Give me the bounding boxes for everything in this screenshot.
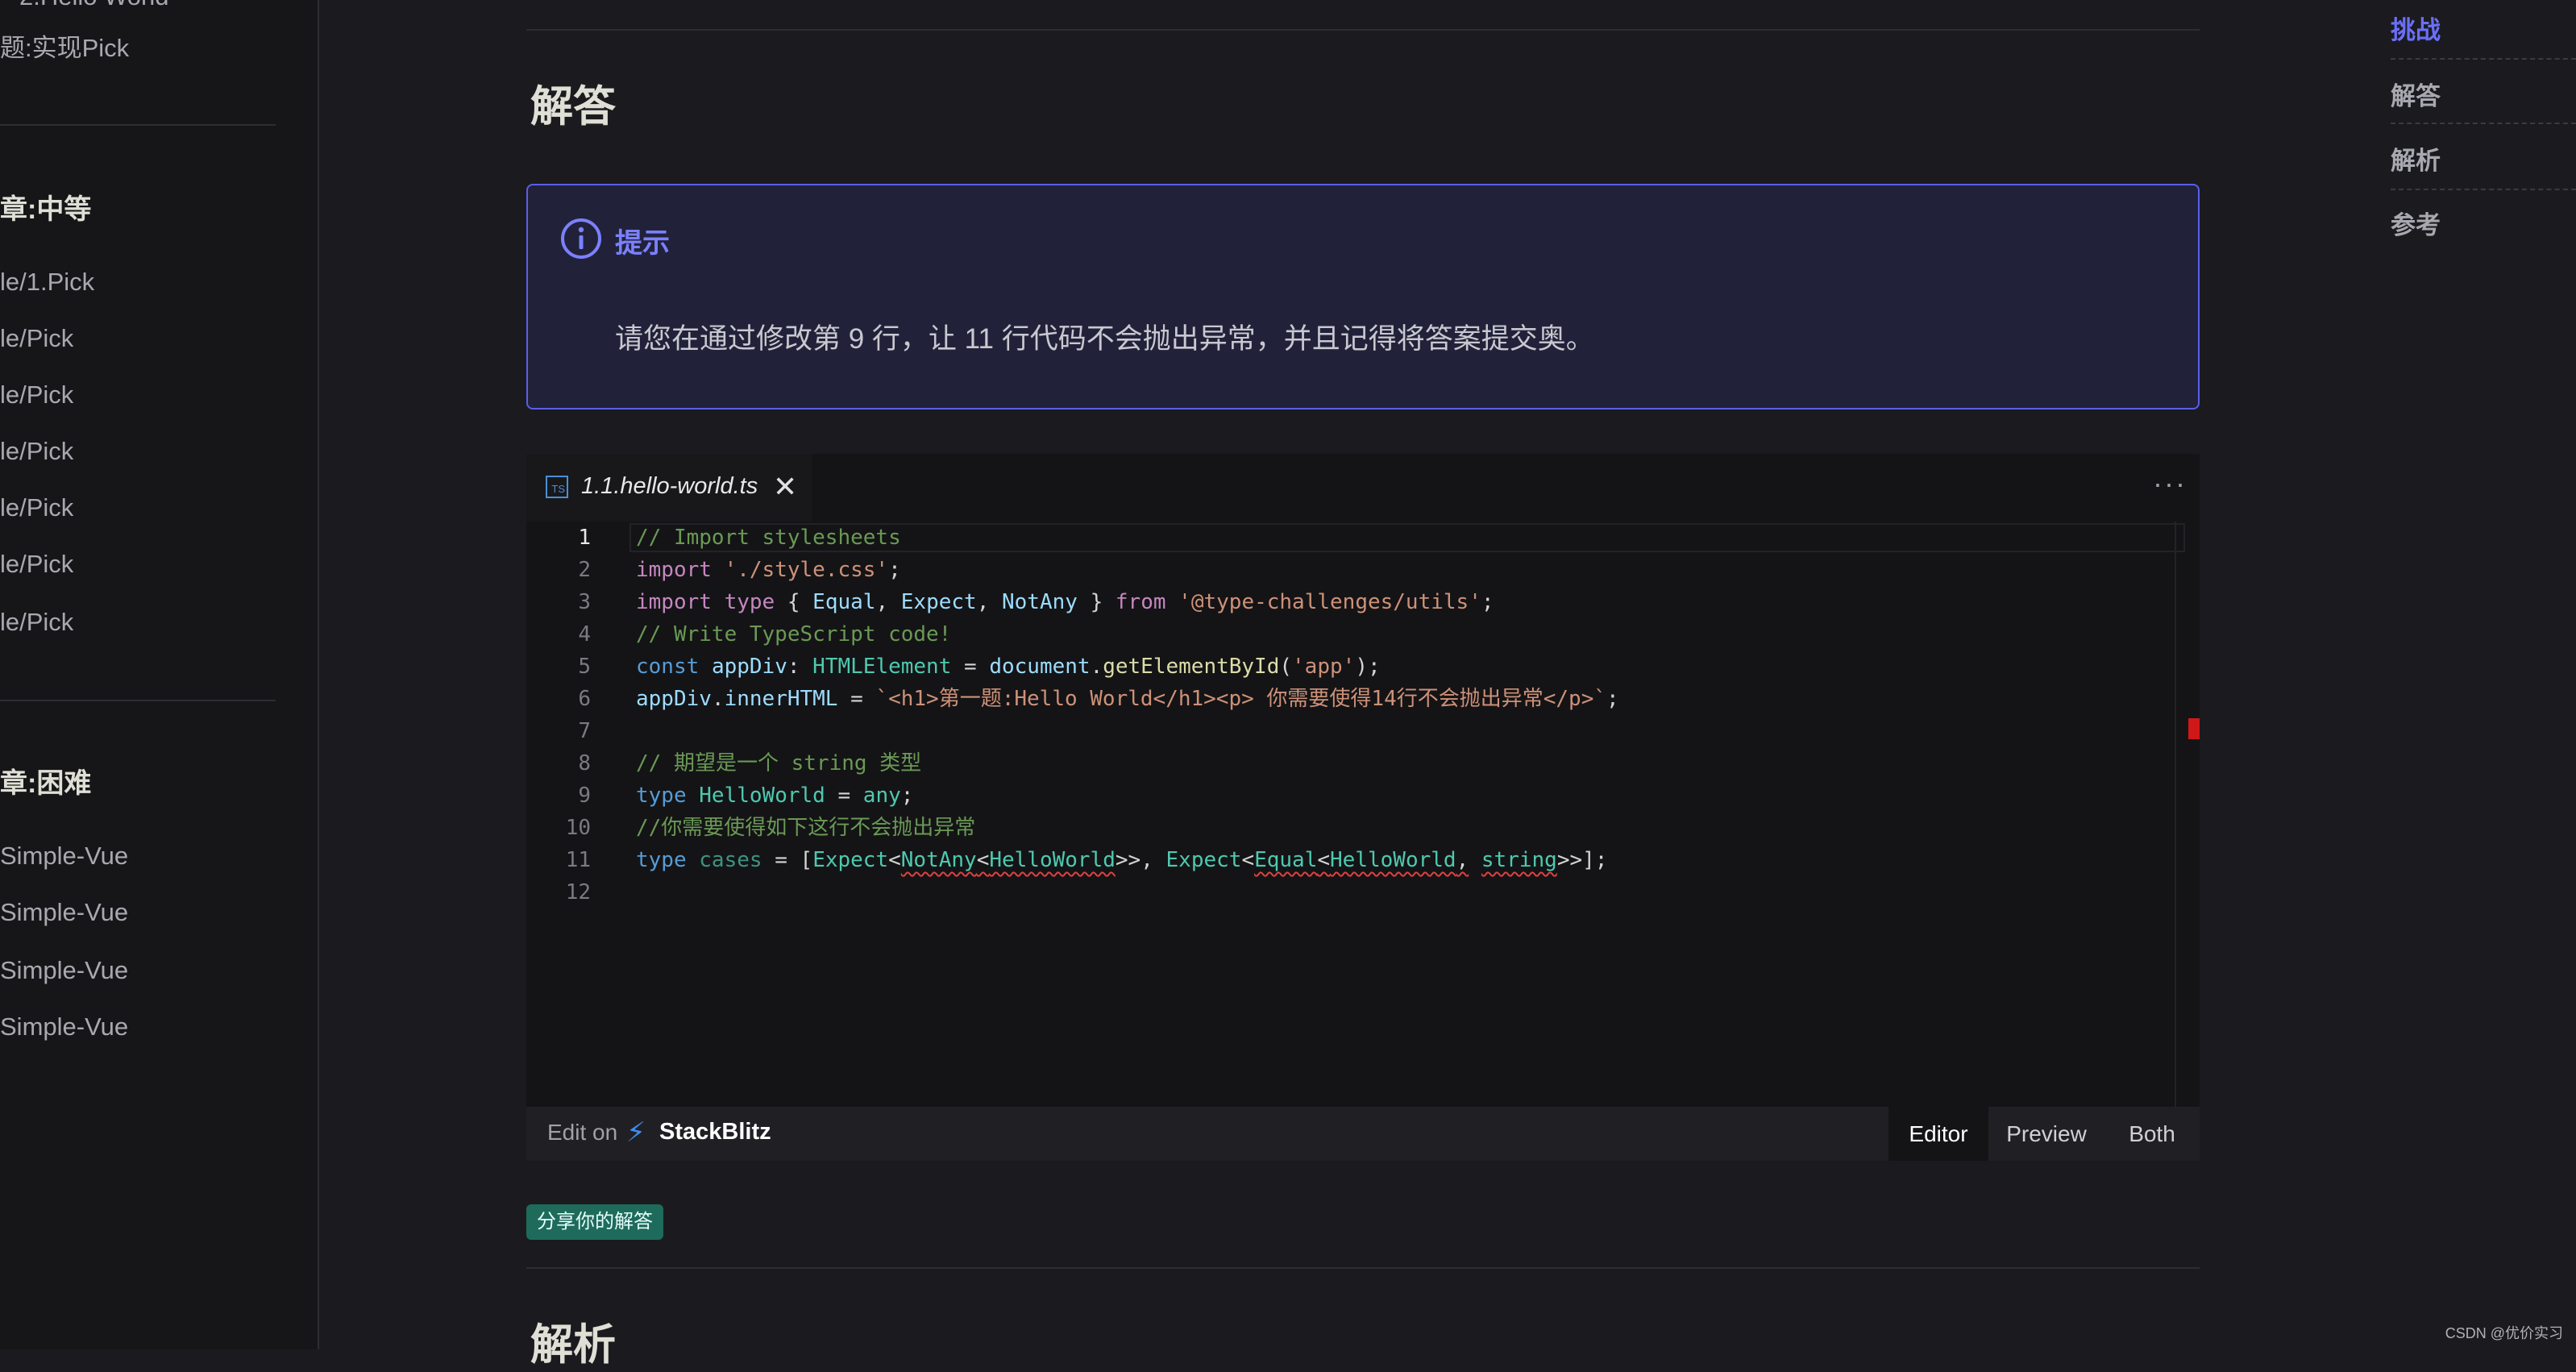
line-number: 3 (578, 590, 591, 614)
sidebar-item[interactable]: le/Pick (0, 322, 73, 355)
sidebar-section-title[interactable]: 章:困难 (0, 761, 91, 800)
line-number: 4 (578, 622, 591, 647)
close-icon[interactable]: ✕ (773, 470, 797, 504)
code-area[interactable]: 1 2 3 4 5 6 7 8 9 10 11 12 // Import sty… (526, 522, 2200, 1107)
code-line: type cases = [Expect<NotAny<HelloWorld>>… (636, 848, 1608, 872)
tip-text: 请您在通过修改第 9 行，让 11 行代码不会抛出异常，并且记得将答案提交奥。 (615, 323, 1594, 355)
view-editor-button[interactable]: Editor (1888, 1107, 1988, 1161)
code-editor[interactable]: TS 1.1.hello-world.ts ✕ ··· 1 2 3 4 5 6 … (526, 454, 2200, 1161)
error-marker (2188, 718, 2200, 739)
editor-tabbar: TS 1.1.hello-world.ts ✕ ··· (526, 454, 2200, 522)
line-number: 7 (578, 719, 591, 743)
toc-divider (2391, 123, 2576, 124)
code-line: // Import stylesheets (636, 526, 901, 550)
line-number: 5 (578, 655, 591, 679)
tip-box: 提示 请您在通过修改第 9 行，让 11 行代码不会抛出异常，并且记得将答案提交… (526, 184, 2200, 410)
lightning-icon[interactable]: ⚡ (626, 1116, 646, 1149)
line-number: 2 (578, 558, 591, 582)
sidebar: 2.Hello World 题:实现Pick 章:中等 le/1.Pick le… (0, 0, 319, 1349)
code-line: const appDiv: HTMLElement = document.get… (636, 655, 1381, 679)
section-divider (526, 1267, 2200, 1269)
view-both-button[interactable]: Both (2104, 1107, 2200, 1161)
sidebar-item[interactable]: le/Pick (0, 435, 73, 468)
sidebar-section-title[interactable]: 章:中等 (0, 187, 91, 227)
heading-answer: 解答 (530, 83, 616, 131)
tab-file-name: 1.1.hello-world.ts (581, 473, 758, 499)
sidebar-item[interactable]: le/Pick (0, 606, 73, 638)
share-answer-button[interactable]: 分享你的解答 (526, 1204, 663, 1240)
line-number: 6 (578, 687, 591, 711)
code-line: appDiv.innerHTML = `<h1>第一题:Hello World<… (636, 687, 1619, 711)
more-icon[interactable]: ··· (2153, 467, 2187, 501)
toc-item-analysis[interactable]: 解析 (2391, 140, 2441, 177)
editor-footer: Edit on ⚡ StackBlitz Editor Preview Both (526, 1107, 2200, 1161)
sidebar-item[interactable]: Simple-Vue (0, 1011, 128, 1043)
sidebar-item[interactable]: Simple-Vue (0, 896, 128, 929)
toc-divider (2391, 58, 2576, 60)
tip-title: 提示 (615, 228, 670, 259)
info-icon (561, 218, 601, 259)
line-number: 9 (578, 784, 591, 808)
editor-tab[interactable]: TS 1.1.hello-world.ts ✕ (526, 454, 812, 522)
sidebar-divider (0, 124, 276, 126)
typescript-file-icon: TS (546, 476, 568, 498)
sidebar-item[interactable]: le/Pick (0, 492, 73, 524)
code-line: import type { Equal, Expect, NotAny } fr… (636, 590, 1494, 614)
section-divider (526, 29, 2200, 31)
line-number: 10 (565, 816, 591, 840)
sidebar-divider (0, 700, 276, 701)
view-preview-button[interactable]: Preview (1988, 1107, 2104, 1161)
code-line: // 期望是一个 string 类型 (636, 751, 922, 775)
line-number: 8 (578, 751, 591, 775)
toc-item-reference[interactable]: 参考 (2391, 205, 2441, 241)
line-number: 12 (565, 880, 591, 904)
toc-divider (2391, 189, 2576, 190)
toc-item-answer[interactable]: 解答 (2391, 76, 2441, 112)
code-line: import './style.css'; (636, 558, 901, 582)
sidebar-item[interactable]: Simple-Vue (0, 954, 128, 987)
edit-on-label[interactable]: Edit on (547, 1120, 617, 1145)
sidebar-item[interactable]: le/Pick (0, 379, 73, 411)
sidebar-item[interactable]: 2.Hello World (19, 0, 169, 13)
vertical-scrollbar[interactable] (2175, 522, 2176, 1107)
sidebar-item[interactable]: le/Pick (0, 548, 73, 580)
stackblitz-link[interactable]: StackBlitz (659, 1119, 771, 1145)
line-number: 11 (565, 848, 591, 872)
toc-item-challenge[interactable]: 挑战 (2391, 10, 2441, 46)
code-line: //你需要使得如下这行不会抛出异常 (636, 816, 976, 840)
code-line: // Write TypeScript code! (636, 622, 952, 647)
sidebar-item[interactable]: 题:实现Pick (0, 32, 129, 64)
sidebar-item[interactable]: Simple-Vue (0, 840, 128, 872)
heading-analysis: 解析 (530, 1321, 616, 1369)
sidebar-item[interactable]: le/1.Pick (0, 266, 94, 298)
code-line: type HelloWorld = any; (636, 784, 914, 808)
line-number: 1 (578, 526, 591, 550)
watermark: CSDN @优价实习 (2445, 1325, 2563, 1341)
